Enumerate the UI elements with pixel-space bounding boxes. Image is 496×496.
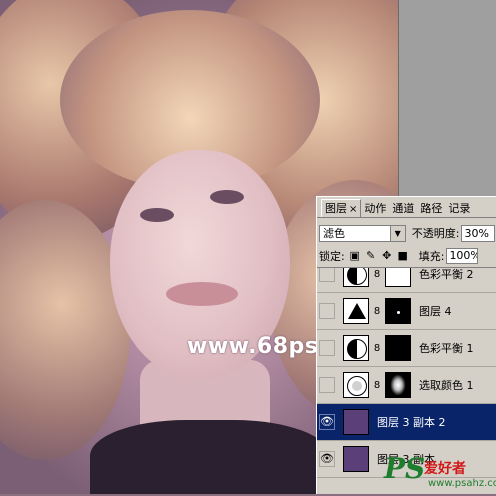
mask-dot — [397, 311, 400, 314]
lock-label: 锁定: — [319, 250, 345, 263]
layer-name: 图层 4 — [419, 305, 452, 318]
right-eye — [210, 190, 244, 204]
balance-half-circle — [347, 339, 367, 359]
visibility-toggle[interactable] — [319, 268, 335, 282]
tab-close-icon[interactable]: × — [349, 204, 357, 215]
tab-paths[interactable]: 路径 — [417, 200, 445, 217]
lips — [166, 282, 238, 306]
tab-actions[interactable]: 动作 — [361, 200, 389, 217]
lock-brush-icon[interactable]: ✎ — [365, 250, 377, 262]
layer-row-selected[interactable]: 👁 图层 3 副本 2 — [317, 404, 496, 441]
left-eye — [140, 208, 174, 222]
opacity-label: 不透明度: — [411, 227, 460, 240]
tab-channels[interactable]: 通道 — [389, 200, 417, 217]
eye-icon[interactable]: 👁 — [319, 414, 335, 430]
levels-triangle — [348, 303, 366, 319]
link-icon[interactable]: 8 — [372, 343, 382, 354]
levels-adjustment-icon — [343, 298, 369, 324]
layer-name: 图层 3 副本 2 — [377, 416, 446, 429]
visibility-toggle[interactable] — [319, 303, 335, 319]
layer-row[interactable]: 8 选取颜色 1 — [317, 367, 496, 404]
layer-row[interactable]: 8 色彩平衡 1 — [317, 330, 496, 367]
layer-name: 选取颜色 1 — [419, 379, 474, 392]
layer-row[interactable]: 8 图层 4 — [317, 293, 496, 330]
eye-icon[interactable]: 👁 — [319, 451, 335, 467]
lock-move-icon[interactable]: ✥ — [381, 250, 393, 262]
logo-url: www.psahz.com — [428, 478, 496, 489]
site-logo: PS 爱好者 www.psahz.com — [384, 452, 496, 494]
layer-mask[interactable] — [385, 268, 411, 287]
balance-adjustment-icon — [343, 335, 369, 361]
fill-label: 填充: — [418, 250, 445, 263]
blend-mode-select[interactable]: 滤色 ▼ — [319, 224, 406, 242]
fill-input[interactable]: 100% — [446, 248, 479, 264]
visibility-toggle[interactable] — [319, 340, 335, 356]
link-icon[interactable]: 8 — [372, 380, 382, 391]
visibility-toggle[interactable] — [319, 377, 335, 393]
logo-text: 爱好者 — [424, 461, 466, 477]
lock-transparency-icon[interactable]: ▣ — [349, 250, 361, 262]
layer-mask[interactable] — [385, 298, 411, 324]
tab-label: 图层 — [325, 202, 347, 215]
layer-mask[interactable] — [385, 372, 411, 398]
layer-name: 色彩平衡 2 — [419, 268, 474, 281]
layer-thumbnail — [343, 446, 369, 472]
lock-row: 锁定: ▣ ✎ ✥ ■ 填充: 100% — [319, 247, 495, 265]
layers-panel: 图层 × 动作 通道 路径 记录 滤色 ▼ 不透明度: 30% 锁定: ▣ ✎ ✥… — [316, 196, 496, 494]
blend-row: 滤色 ▼ 不透明度: 30% — [319, 223, 495, 243]
link-icon[interactable]: 8 — [372, 306, 382, 317]
balance-half-circle — [347, 268, 367, 285]
lock-all-icon[interactable]: ■ — [397, 250, 409, 262]
selective-color-circle — [347, 376, 367, 396]
blend-mode-value: 滤色 — [323, 226, 345, 240]
opacity-input[interactable]: 30% — [461, 224, 495, 242]
dress — [90, 420, 330, 494]
layer-thumbnail — [343, 409, 369, 435]
layer-mask[interactable] — [385, 335, 411, 361]
logo-mark: PS — [384, 452, 426, 485]
tab-history[interactable]: 记录 — [445, 200, 473, 217]
tab-layers[interactable]: 图层 × — [321, 199, 362, 217]
workspace-background — [398, 0, 496, 196]
layer-name: 色彩平衡 1 — [419, 342, 474, 355]
layer-row[interactable]: 8 色彩平衡 2 — [317, 268, 496, 293]
panel-tabs: 图层 × 动作 通道 路径 记录 — [317, 197, 496, 218]
link-icon[interactable]: 8 — [372, 269, 382, 280]
chevron-down-icon[interactable]: ▼ — [389, 225, 405, 241]
selective-color-icon — [343, 372, 369, 398]
balance-adjustment-icon — [343, 268, 369, 287]
